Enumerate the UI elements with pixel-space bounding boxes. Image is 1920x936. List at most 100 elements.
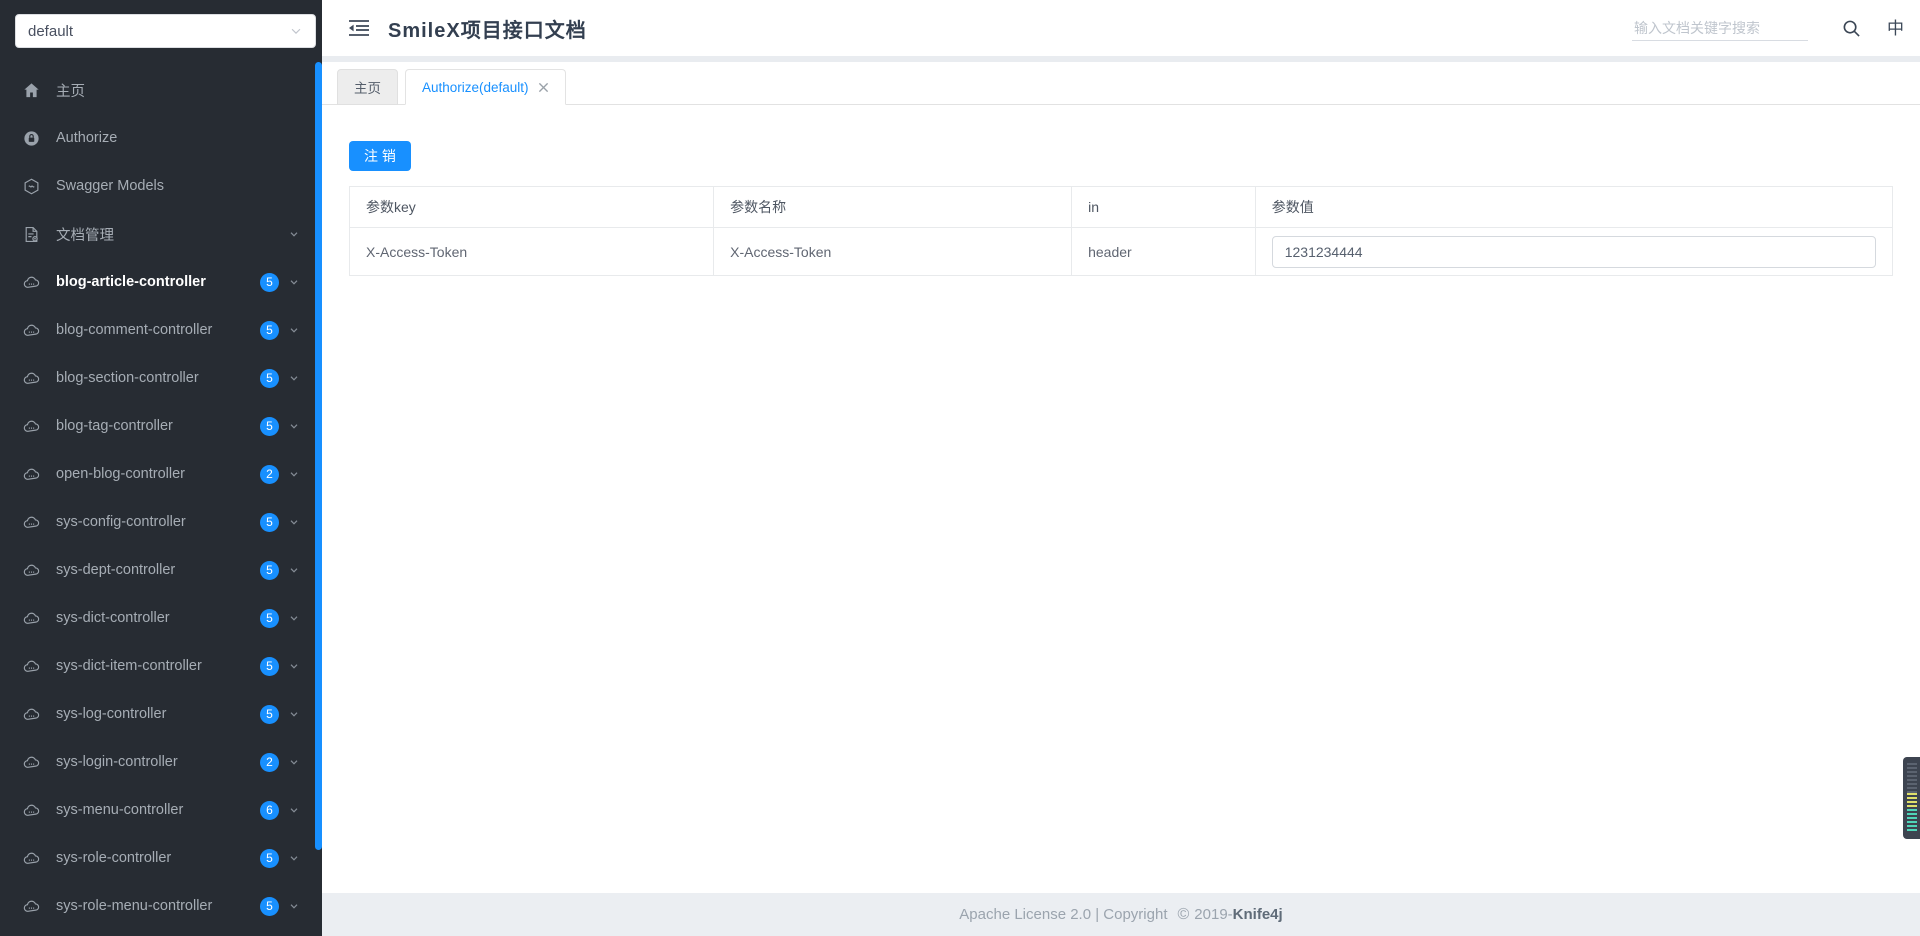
lock-icon: [23, 130, 40, 147]
count-badge: 5: [260, 416, 279, 436]
authorize-param-table: 参数key 参数名称 in 参数值 X-Access-Token X-Access-To…: [348, 186, 1894, 276]
chevron-down-icon: [288, 468, 300, 480]
count-badge: 6: [260, 800, 279, 820]
api-icon: [23, 850, 40, 867]
api-icon: [23, 322, 40, 339]
table-body: X-Access-Token X-Access-Token header: [348, 227, 1894, 276]
sidebar-item-label: sys-dict-item-controller: [56, 658, 202, 674]
sidebar-item-sys-log-controller[interactable]: sys-log-controller 5: [0, 690, 322, 738]
footer: Apache License 2.0 | Copyright © 2019- K…: [322, 893, 1920, 936]
tab-authorize-default-[interactable]: Authorize(default): [405, 69, 566, 105]
api-icon: [23, 514, 40, 531]
sidebar-item-label: sys-dept-controller: [56, 562, 176, 578]
sidebar-item-label: sys-config-controller: [56, 514, 186, 530]
sidebar-item-sys-dict-item-controller[interactable]: sys-dict-item-controller 5: [0, 642, 322, 690]
chevron-down-icon: [288, 324, 300, 336]
chevron-down-icon: [288, 420, 300, 432]
sidebar-item-sys-menu-controller[interactable]: sys-menu-controller 6: [0, 786, 322, 834]
language-toggle-icon[interactable]: 中: [1887, 20, 1904, 37]
sidebar-item-label: sys-login-controller: [56, 754, 178, 770]
sidebar-item-label: sys-log-controller: [56, 706, 167, 722]
sidebar: default 主页 Authorize Swagger Models 文档管理 blo…: [0, 0, 322, 936]
api-icon: [23, 562, 40, 579]
sidebar-item-swagger-models[interactable]: Swagger Models: [0, 162, 322, 210]
sidebar-item-sys-config-controller[interactable]: sys-config-controller 5: [0, 498, 322, 546]
count-badge: 5: [260, 368, 279, 388]
count-badge: 5: [260, 272, 279, 292]
api-icon: [23, 466, 40, 483]
sidebar-item-blog-section-controller[interactable]: blog-section-controller 5: [0, 354, 322, 402]
sidebar-item-label: sys-menu-controller: [56, 802, 184, 818]
chevron-down-icon: [288, 900, 300, 912]
count-badge: 5: [260, 848, 279, 868]
chevron-down-icon: [288, 708, 300, 720]
chevron-down-icon: [288, 276, 300, 288]
extension-minimap-widget[interactable]: [1903, 757, 1920, 839]
sidebar-item-label: sys-role-menu-controller: [56, 898, 213, 914]
authorize-panel: 注 销 参数key 参数名称 in 参数值 X-Access-Token X-Acces…: [322, 105, 1920, 276]
sidebar-item-label: Authorize: [56, 130, 118, 146]
tab--[interactable]: 主页: [337, 69, 398, 105]
api-icon: [23, 370, 40, 387]
table-header-cell: 参数key: [348, 186, 715, 228]
header-right: 中: [1632, 15, 1904, 41]
logout-button[interactable]: 注 销: [349, 141, 411, 171]
sidebar-item-label: 主页: [56, 83, 85, 100]
param-in-cell: header: [1071, 227, 1256, 276]
sidebar-menu: 主页 Authorize Swagger Models 文档管理 blog-articl…: [0, 66, 322, 930]
chevron-down-icon: [288, 660, 300, 672]
app-root: default 主页 Authorize Swagger Models 文档管理 blo…: [0, 0, 1920, 936]
close-icon[interactable]: [538, 82, 549, 93]
footer-brand: Knife4j: [1232, 906, 1283, 923]
minimap-stripes-teal: [1907, 809, 1917, 833]
chevron-down-icon: [288, 612, 300, 624]
sidebar-item-blog-tag-controller[interactable]: blog-tag-controller 5: [0, 402, 322, 450]
sidebar-item--[interactable]: 主页: [0, 66, 322, 114]
sidebar-item-label: 文档管理: [56, 227, 114, 244]
sidebar-item-blog-article-controller[interactable]: blog-article-controller 5: [0, 258, 322, 306]
count-badge: 2: [260, 464, 279, 484]
chevron-down-icon: [289, 24, 303, 38]
count-badge: 2: [260, 752, 279, 772]
tab-strip: 主页 Authorize(default): [322, 62, 1920, 105]
param-value-cell: [1254, 227, 1894, 276]
sidebar-item-sys-role-menu-controller[interactable]: sys-role-menu-controller 5: [0, 882, 322, 930]
header: SmileX项目接口文档 中: [322, 0, 1920, 56]
tab-label: 主页: [354, 81, 381, 96]
sidebar-scrollbar-thumb[interactable]: [315, 62, 322, 850]
sidebar-item-sys-role-controller[interactable]: sys-role-controller 5: [0, 834, 322, 882]
sidebar-item-open-blog-controller[interactable]: open-blog-controller 2: [0, 450, 322, 498]
sidebar-item-label: blog-tag-controller: [56, 418, 173, 434]
sidebar-item-blog-comment-controller[interactable]: blog-comment-controller 5: [0, 306, 322, 354]
sidebar-item--[interactable]: 文档管理: [0, 210, 322, 258]
chevron-down-icon: [288, 516, 300, 528]
param-value-input[interactable]: [1271, 235, 1876, 268]
sidebar-item-sys-dict-controller[interactable]: sys-dict-controller 5: [0, 594, 322, 642]
minimap-stripes-yellow: [1907, 793, 1917, 809]
main-area: SmileX项目接口文档 中 主页 Authorize(default) 注 销 …: [322, 0, 1920, 936]
search-input[interactable]: [1632, 15, 1808, 41]
menu-fold-icon[interactable]: [348, 19, 370, 37]
search-icon[interactable]: [1842, 19, 1861, 38]
sidebar-item-sys-dept-controller[interactable]: sys-dept-controller 5: [0, 546, 322, 594]
sidebar-item-label: blog-article-controller: [56, 274, 206, 290]
sidebar-item-label: open-blog-controller: [56, 466, 185, 482]
sidebar-item-sys-login-controller[interactable]: sys-login-controller 2: [0, 738, 322, 786]
api-icon: [23, 418, 40, 435]
count-badge: 5: [260, 608, 279, 628]
count-badge: 5: [260, 896, 279, 916]
copyright-icon: ©: [1177, 905, 1190, 923]
sidebar-item-label: sys-dict-controller: [56, 610, 170, 626]
api-icon: [23, 802, 40, 819]
page-title: SmileX项目接口文档: [388, 19, 587, 42]
api-icon: [23, 658, 40, 675]
param-key-cell: X-Access-Token: [348, 227, 715, 276]
table-header-row: 参数key 参数名称 in 参数值: [348, 186, 1894, 228]
table-header-cell: in: [1071, 186, 1256, 228]
api-icon: [23, 274, 40, 291]
group-select[interactable]: default: [15, 14, 316, 48]
table-row: X-Access-Token X-Access-Token header: [348, 227, 1894, 276]
models-icon: [23, 178, 40, 195]
sidebar-item-authorize[interactable]: Authorize: [0, 114, 322, 162]
group-select-value: default: [28, 22, 74, 40]
